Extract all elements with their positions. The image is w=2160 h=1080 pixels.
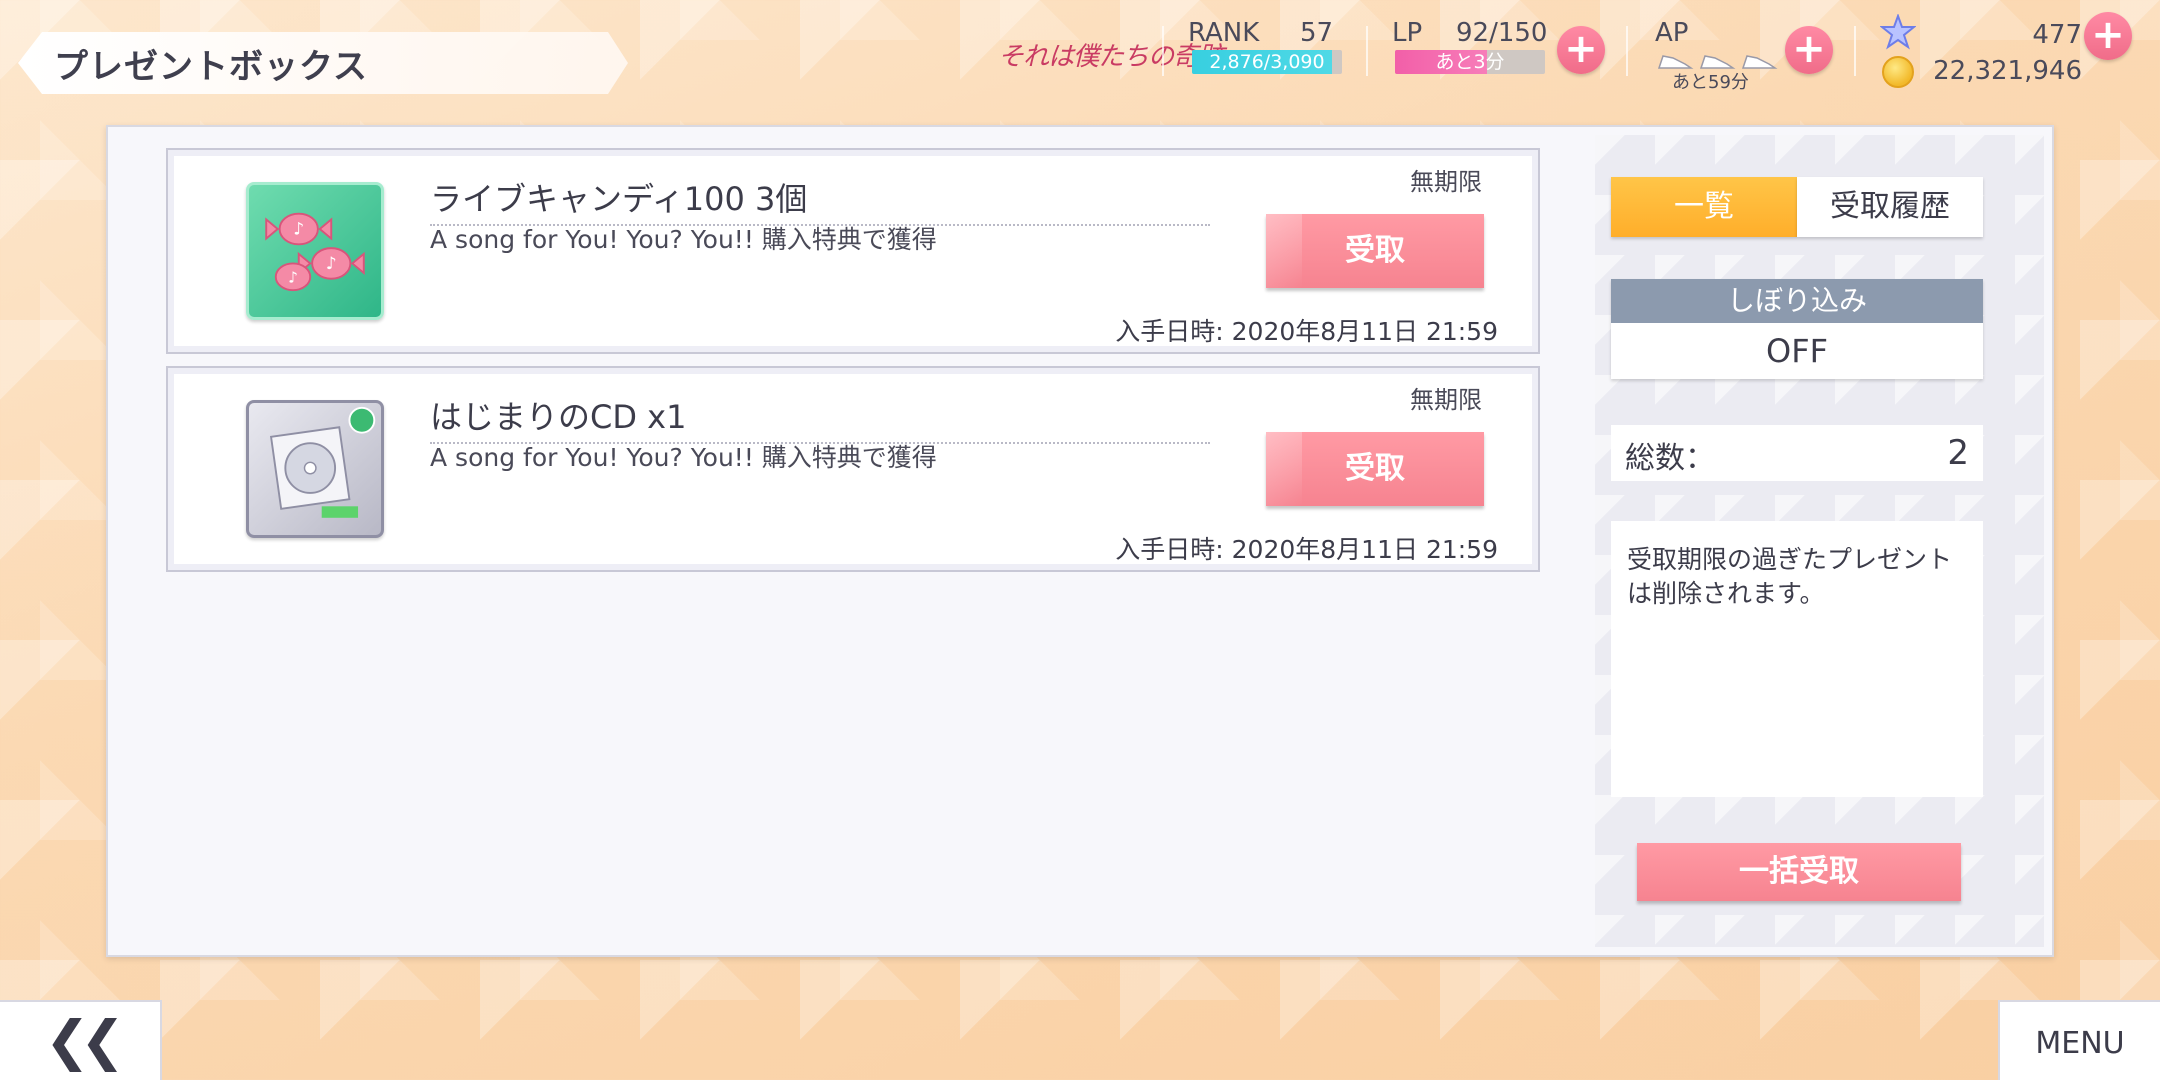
cd-icon [246, 400, 384, 538]
svg-text:♪: ♪ [326, 254, 337, 274]
header-divider [1366, 26, 1368, 76]
header-divider [1854, 26, 1856, 76]
svg-text:♪: ♪ [288, 269, 298, 287]
gift-name: ライブキャンディ100 3個 [430, 174, 1210, 226]
expiry-note: 受取期限の過ぎたプレゼントは削除されます。 [1611, 521, 1983, 797]
gift-expiry: 無期限 [1410, 168, 1482, 196]
ap-label: AP [1655, 18, 1689, 48]
svg-text:♪: ♪ [293, 220, 304, 240]
gift-expiry: 無期限 [1410, 386, 1482, 414]
ap-recover-text: あと59分 [1672, 72, 1749, 93]
lp-recover-text: あと3分 [1435, 51, 1505, 73]
receive-button[interactable]: 受取 [1266, 432, 1484, 506]
gift-description: A song for You! You? You!! 購入特典で獲得 [430, 443, 937, 472]
star-gem-icon [1880, 14, 1916, 50]
header-divider [1626, 26, 1628, 76]
rank-label: RANK [1188, 18, 1260, 48]
tab-list[interactable]: 一覧 [1611, 177, 1797, 237]
lp-label: LP [1392, 18, 1423, 48]
menu-button[interactable]: MENU [1998, 1000, 2160, 1080]
lp-add-button[interactable]: + [1557, 26, 1605, 74]
total-label: 総数： [1625, 441, 1715, 476]
filter-button[interactable]: しぼり込み OFF [1611, 279, 1983, 379]
rank-exp-text: 2,876/3,090 [1209, 51, 1325, 73]
gift-received-date: 入手日時: 2020年8月11日 21:59 [1115, 535, 1498, 564]
total-value: 2 [1947, 433, 1969, 473]
filter-value: OFF [1766, 332, 1828, 370]
back-button[interactable]: ❮❮ [0, 1000, 162, 1080]
header-divider [1162, 26, 1164, 76]
candy-icon: ♪ ♪ ♪ [246, 182, 384, 320]
song-logo: それは僕たちの奇跡 [998, 42, 1224, 72]
page-title: プレゼントボックス [18, 32, 628, 94]
ap-add-button[interactable]: + [1785, 26, 1833, 74]
gift-received-date: 入手日時: 2020年8月11日 21:59 [1115, 317, 1498, 346]
gold-coin-icon [1882, 56, 1914, 88]
tab-history[interactable]: 受取履歴 [1797, 177, 1983, 237]
gift-name: はじまりのCD x1 [430, 392, 1210, 444]
rank-value: 57 [1300, 18, 1334, 48]
receive-all-button[interactable]: 一括受取 [1637, 843, 1961, 901]
star-gem-add-button[interactable]: + [2084, 12, 2132, 60]
gift-list-item: はじまりのCD x1 A song for You! You? You!! 購入… [166, 366, 1540, 572]
filter-label: しぼり込み [1611, 279, 1983, 323]
lp-value: 92/150 [1456, 18, 1548, 48]
total-count-box: 総数： 2 [1611, 425, 1983, 481]
gold-count: 22,321,946 [1933, 56, 2082, 86]
gift-description: A song for You! You? You!! 購入特典で獲得 [430, 225, 937, 254]
gift-list-item: ♪ ♪ ♪ ライブキャンディ100 3個 A song for You! You… [166, 148, 1540, 354]
receive-button[interactable]: 受取 [1266, 214, 1484, 288]
star-gem-count: 477 [2032, 20, 2082, 50]
present-sidebar: 一覧 受取履歴 しぼり込み OFF 総数： 2 受取期限の過ぎたプレゼントは削除… [1595, 135, 2044, 947]
